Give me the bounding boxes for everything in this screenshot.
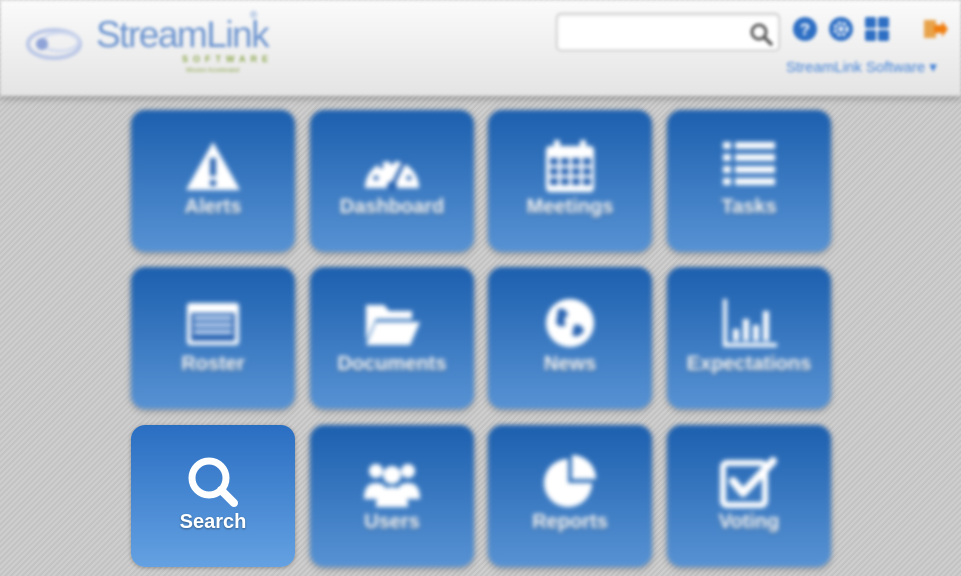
tile-label: Documents	[337, 353, 447, 375]
calendar-icon	[546, 140, 594, 192]
globe-icon	[546, 299, 594, 347]
search-icon	[188, 457, 238, 507]
logo-subtitle: Mission Accelerated	[186, 68, 240, 74]
tile-users[interactable]: Users	[310, 425, 474, 567]
logo-tagline: SOFTWARE	[182, 54, 273, 64]
gauge-icon	[365, 159, 419, 191]
logo-name: StreamLink	[96, 14, 270, 55]
folder-icon	[366, 305, 420, 345]
search-input[interactable]	[563, 20, 743, 44]
tile-dashboard[interactable]: Dashboard	[310, 110, 474, 252]
tile-alerts[interactable]: Alerts	[131, 110, 295, 252]
logout-icon[interactable]	[922, 16, 948, 42]
tile-label: Voting	[718, 511, 780, 533]
tile-label: Tasks	[721, 196, 777, 218]
tile-label: Meetings	[526, 196, 614, 218]
tile-expectations[interactable]: Expectations	[667, 267, 831, 409]
tile-tasks[interactable]: Tasks	[667, 110, 831, 252]
checkbox-icon	[720, 457, 777, 508]
tile-label: Dashboard	[339, 196, 445, 218]
tile-news[interactable]: News	[488, 267, 652, 409]
tile-label: Roster	[181, 353, 245, 375]
svg-text:?: ?	[800, 20, 810, 39]
app-header: StreamLink ® SOFTWARE Mission Accelerate…	[0, 0, 961, 96]
search-icon[interactable]	[749, 22, 773, 51]
tile-meetings[interactable]: Meetings	[488, 110, 652, 252]
tile-documents[interactable]: Documents	[310, 267, 474, 409]
users-icon	[364, 464, 420, 507]
tile-label: Alerts	[184, 196, 242, 218]
tile-search[interactable]: Search	[131, 425, 295, 567]
tile-reports[interactable]: Reports	[488, 425, 652, 567]
tile-label: News	[543, 353, 597, 375]
search-box	[556, 13, 780, 51]
pie-chart-icon	[544, 455, 596, 507]
list-icon	[723, 142, 775, 185]
logo-trademark: ®	[250, 10, 258, 21]
tile-label: Users	[364, 511, 420, 533]
logo-swirl-icon	[26, 28, 82, 60]
alert-icon	[186, 142, 240, 190]
tile-label: Expectations	[686, 353, 812, 375]
apps-grid-icon[interactable]	[864, 16, 890, 42]
tile-label: Search	[179, 511, 247, 533]
roster-icon	[187, 303, 239, 345]
tile-roster[interactable]: Roster	[131, 267, 295, 409]
settings-icon[interactable]	[828, 16, 854, 42]
account-menu[interactable]: StreamLink Software ▾	[786, 58, 937, 76]
tile-voting[interactable]: Voting	[667, 425, 831, 567]
bar-chart-icon	[723, 299, 777, 347]
streamlink-logo[interactable]: StreamLink ® SOFTWARE Mission Accelerate…	[24, 8, 270, 80]
tile-label: Reports	[532, 511, 608, 533]
help-icon[interactable]: ?	[792, 16, 818, 42]
